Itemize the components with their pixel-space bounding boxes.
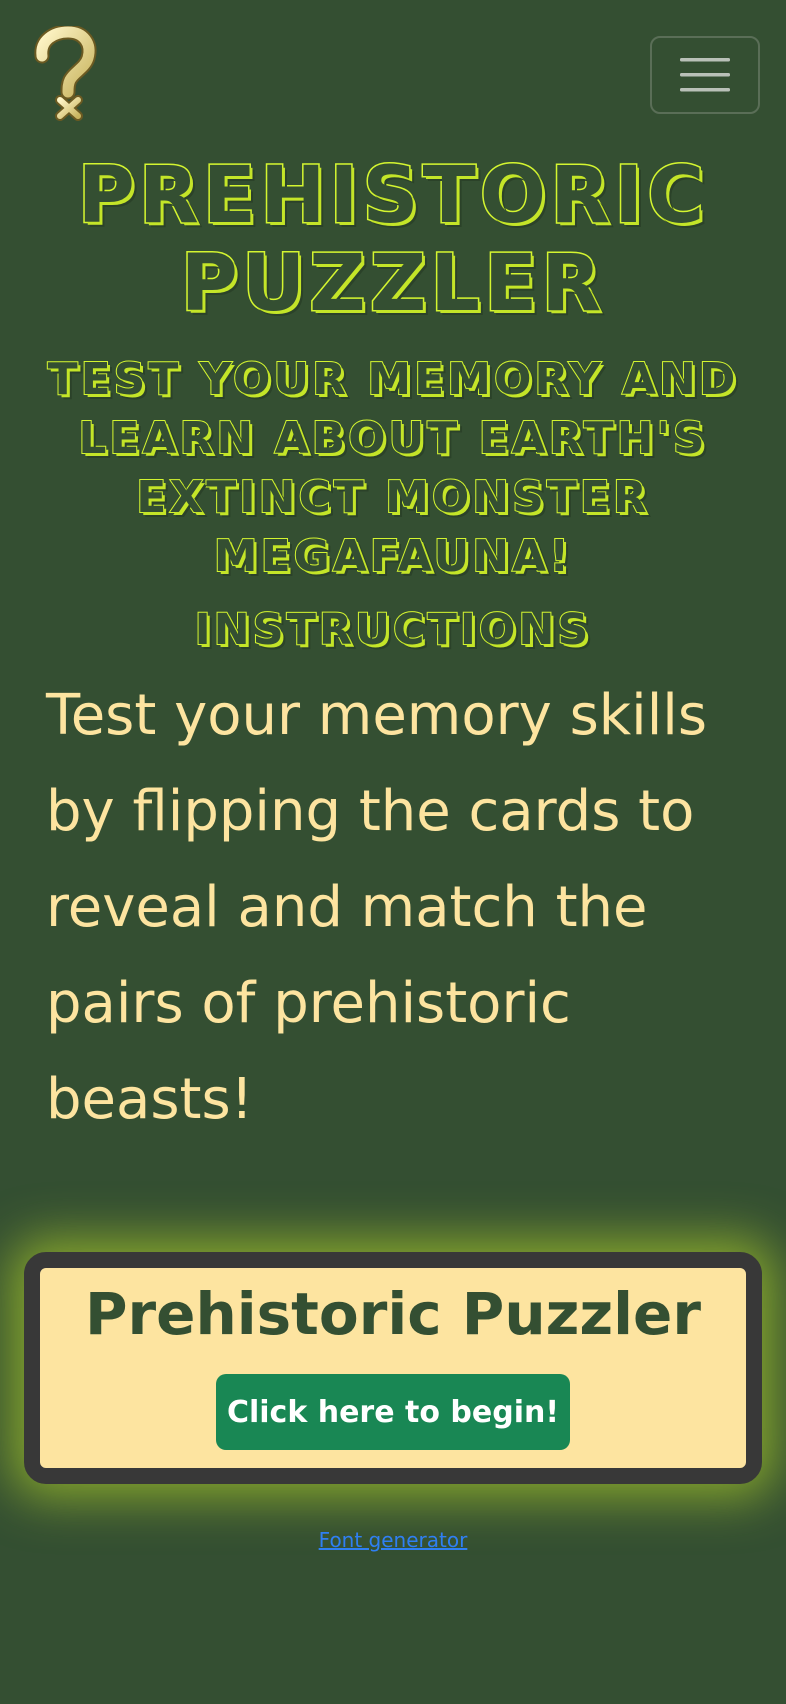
logo-question-mark-icon[interactable] [30, 24, 100, 122]
footer: Font generator [0, 1528, 786, 1552]
font-generator-link[interactable]: Font generator [319, 1528, 468, 1552]
start-card-title: Prehistoric Puzzler [85, 1280, 701, 1348]
hamburger-menu-icon [652, 55, 758, 95]
begin-button[interactable]: Click here to begin! [216, 1374, 570, 1450]
instructions-heading: Instructions [194, 604, 592, 656]
page-subtitle: Test your memory and learn about Earth's… [47, 353, 739, 583]
start-card: Prehistoric Puzzler Click here to begin! [24, 1252, 762, 1484]
instructions-text: Test your memory skills by flipping the … [46, 683, 708, 1132]
menu-toggle-button[interactable] [650, 36, 760, 114]
page-title: Prehistoric Puzzler [76, 151, 709, 330]
